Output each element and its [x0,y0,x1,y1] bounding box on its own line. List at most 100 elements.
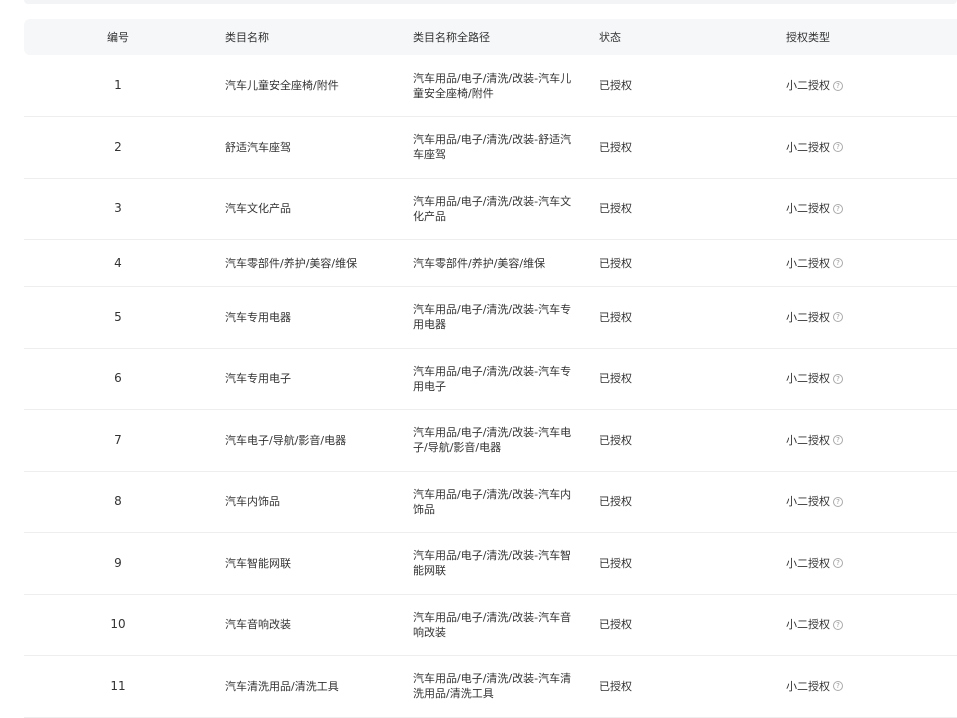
auth-type-wrap: 小二授权? [786,310,843,325]
cell-status: 已授权 [599,679,632,693]
table-row: 4 汽车零部件/养护/美容/维保 汽车零部件/养护/美容/维保 已授权 小二授权? [24,240,957,287]
cell-category-name: 汽车专用电器 [225,310,291,324]
cell-category-name: 汽车专用电子 [225,372,291,386]
auth-type-wrap: 小二授权? [786,679,843,694]
question-circle-icon[interactable]: ? [833,142,843,153]
cell-category-name: 汽车电子/导航/影音/电器 [225,433,347,447]
cell-id: 3 [114,201,122,216]
auth-type-label: 小二授权 [786,372,830,386]
cell-auth-type: 小二授权? [773,410,957,472]
question-circle-icon[interactable]: ? [833,258,843,268]
table-header-row: 编号 类目名称 类目名称全路径 状态 授权类型 [24,19,957,55]
auth-type-label: 小二授权 [786,256,830,270]
auth-type-label: 小二授权 [786,495,830,509]
cell-auth-type: 小二授权? [773,55,957,117]
auth-type-wrap: 小二授权? [786,256,843,271]
cell-category-path: 汽车用品/电子/清洗/改装-汽车音响改装 [413,610,572,639]
header-name: 类目名称 [225,31,269,44]
cell-category-name: 汽车内饰品 [225,495,280,509]
cell-id: 2 [114,139,122,154]
cell-auth-type: 小二授权? [773,348,957,410]
cell-status: 已授权 [599,556,632,570]
cell-category-path: 汽车用品/电子/清洗/改装-汽车电子/导航/影音/电器 [413,426,572,455]
question-circle-icon[interactable]: ? [833,496,843,507]
table-row: 3 汽车文化产品 汽车用品/电子/清洗/改装-汽车文化产品 已授权 小二授权? [24,178,957,240]
cell-category-name: 汽车文化产品 [225,202,291,216]
question-circle-icon[interactable]: ? [833,681,843,692]
question-circle-icon[interactable]: ? [833,558,843,569]
cell-id: 9 [114,555,122,570]
auth-type-label: 小二授权 [786,618,830,632]
cell-auth-type: 小二授权? [773,178,957,240]
auth-type-label: 小二授权 [786,79,830,92]
cell-id: 11 [110,678,126,693]
auth-type-wrap: 小二授权? [786,433,843,448]
cell-id: 10 [110,617,126,632]
auth-type-wrap: 小二授权? [786,78,843,93]
question-circle-icon[interactable]: ? [833,373,843,384]
cell-auth-type: 小二授权? [773,117,957,179]
table-row: 10 汽车音响改装 汽车用品/电子/清洗/改装-汽车音响改装 已授权 小二授权? [24,594,957,656]
table-row: 7 汽车电子/导航/影音/电器 汽车用品/电子/清洗/改装-汽车电子/导航/影音/电… [24,410,957,472]
cell-auth-type: 小二授权? [773,533,957,595]
cell-auth-type: 小二授权? [773,471,957,533]
cell-id: 1 [114,78,122,92]
header-auth-type: 授权类型 [786,31,830,44]
auth-type-wrap: 小二授权? [786,556,843,571]
auth-type-wrap: 小二授权? [786,494,843,509]
auth-type-wrap: 小二授权? [786,371,843,386]
cell-id: 4 [114,255,122,270]
table-row: 5 汽车专用电器 汽车用品/电子/清洗/改装-汽车专用电器 已授权 小二授权? [24,287,957,348]
question-circle-icon[interactable]: ? [833,435,843,446]
cell-id: 6 [114,371,122,386]
auth-type-label: 小二授权 [786,433,830,447]
cell-status: 已授权 [599,372,632,386]
cell-auth-type: 小二授权? [773,656,957,718]
auth-type-label: 小二授权 [786,556,830,570]
auth-type-label: 小二授权 [786,140,830,154]
cell-category-path: 汽车用品/电子/清洗/改装-汽车专用电子 [413,364,572,393]
cell-auth-type: 小二授权? [773,594,957,656]
auth-type-wrap: 小二授权? [786,617,843,632]
cell-status: 已授权 [599,79,632,92]
cell-category-path: 汽车用品/电子/清洗/改装-汽车清洗用品/清洗工具 [413,672,572,701]
auth-type-wrap: 小二授权? [786,140,843,155]
cell-category-name: 舒适汽车座驾 [225,140,291,154]
header-path: 类目名称全路径 [413,31,490,44]
cell-status: 已授权 [599,618,632,632]
cell-status: 已授权 [599,202,632,216]
auth-type-label: 小二授权 [786,202,830,216]
cell-category-path: 汽车用品/电子/清洗/改装-汽车儿童安全座椅/附件 [413,71,572,100]
cell-status: 已授权 [599,433,632,447]
table-row: 8 汽车内饰品 汽车用品/电子/清洗/改装-汽车内饰品 已授权 小二授权? [24,471,957,533]
cell-category-path: 汽车用品/电子/清洗/改装-汽车专用电器 [413,303,572,332]
question-circle-icon[interactable]: ? [833,80,843,91]
cell-status: 已授权 [599,495,632,509]
cell-category-name: 汽车音响改装 [225,618,291,632]
auth-type-wrap: 小二授权? [786,201,843,216]
table-row: 11 汽车清洗用品/清洗工具 汽车用品/电子/清洗/改装-汽车清洗用品/清洗工具 已授… [24,656,957,718]
cell-category-name: 汽车清洗用品/清洗工具 [225,679,339,693]
cell-status: 已授权 [599,140,632,154]
cell-id: 8 [114,494,122,509]
auth-type-label: 小二授权 [786,679,830,693]
cell-category-name: 汽车儿童安全座椅/附件 [225,79,339,92]
table-row: 1 汽车儿童安全座椅/附件 汽车用品/电子/清洗/改装-汽车儿童安全座椅/附件 已授权… [24,55,957,117]
cell-status: 已授权 [599,256,632,270]
cell-id: 5 [114,309,122,324]
header-id: 编号 [107,31,129,44]
question-circle-icon[interactable]: ? [833,203,843,214]
header-status: 状态 [599,31,621,44]
category-table: 编号 类目名称 类目名称全路径 状态 授权类型 1 汽车儿童安全座椅/附件 汽车用品… [24,19,957,718]
cell-category-path: 汽车零部件/养护/美容/维保 [413,256,546,270]
question-circle-icon[interactable]: ? [833,619,843,630]
cell-id: 7 [114,432,122,447]
cell-category-path: 汽车用品/电子/清洗/改装-汽车内饰品 [413,487,572,516]
table-row: 2 舒适汽车座驾 汽车用品/电子/清洗/改装-舒适汽车座驾 已授权 小二授权? [24,117,957,179]
top-divider [24,0,957,4]
cell-category-path: 汽车用品/电子/清洗/改装-汽车智能网联 [413,549,572,578]
question-circle-icon[interactable]: ? [833,312,843,323]
cell-auth-type: 小二授权? [773,240,957,287]
cell-status: 已授权 [599,310,632,324]
cell-category-name: 汽车智能网联 [225,556,291,570]
